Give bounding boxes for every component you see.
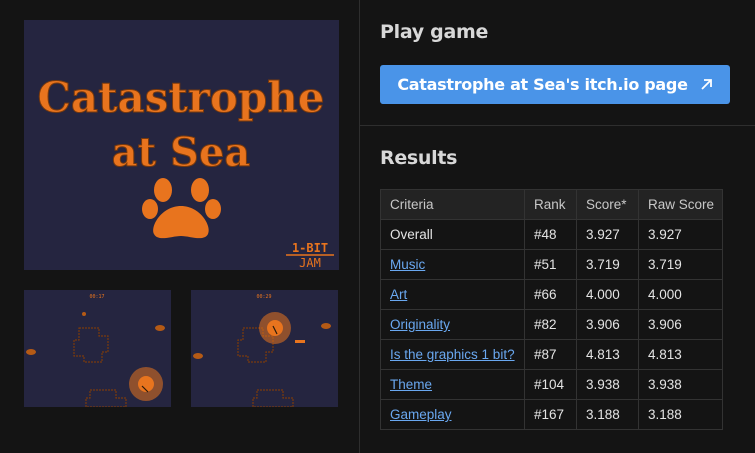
jam-badge-line1: 1-BIT — [292, 241, 328, 255]
criteria-link-1bit[interactable]: Is the graphics 1 bit? — [390, 347, 515, 362]
score-cell: 3.938 — [576, 369, 639, 400]
col-header-score: Score* — [576, 189, 639, 220]
raw-score-cell: 4.813 — [638, 339, 723, 370]
score-cell: 3.906 — [576, 309, 639, 340]
screenshot-2-timer: 00:29 — [256, 294, 271, 300]
rank-cell: #87 — [524, 339, 577, 370]
table-row: Originality #82 3.906 3.906 — [380, 309, 723, 340]
score-cell: 3.927 — [576, 219, 639, 250]
itch-page-button-label: Catastrophe at Sea's itch.io page — [397, 75, 688, 94]
jam-badge-line2: JAM — [299, 256, 321, 270]
results-header-row: Criteria Rank Score* Raw Score — [380, 189, 723, 220]
criteria-link-music[interactable]: Music — [390, 257, 425, 272]
cover-title-line1: Catastrophe — [37, 73, 324, 122]
col-header-rank: Rank — [524, 189, 577, 220]
criteria-link-originality[interactable]: Originality — [390, 317, 450, 332]
screenshot-1[interactable]: 00:17 — [24, 290, 171, 407]
criteria-overall: Overall — [380, 219, 525, 250]
criteria-link-theme[interactable]: Theme — [390, 377, 432, 392]
raw-score-cell: 3.927 — [638, 219, 723, 250]
cover-title-line2: at Sea — [112, 129, 251, 176]
table-row: Theme #104 3.938 3.938 — [380, 369, 723, 400]
results-table: Criteria Rank Score* Raw Score Overall #… — [380, 189, 723, 430]
rank-cell: #48 — [524, 219, 577, 250]
raw-score-cell: 3.906 — [638, 309, 723, 340]
score-cell: 3.188 — [576, 399, 639, 430]
rank-cell: #66 — [524, 279, 577, 310]
table-row: Gameplay #167 3.188 3.188 — [380, 399, 723, 430]
raw-score-cell: 3.719 — [638, 249, 723, 280]
media-column: Catastrophe at Sea 1-BIT JAM 00:17 00:29 — [0, 0, 359, 453]
results-heading: Results — [380, 147, 458, 169]
rank-cell: #167 — [524, 399, 577, 430]
table-row: Is the graphics 1 bit? #87 4.813 4.813 — [380, 339, 723, 370]
table-row: Overall #48 3.927 3.927 — [380, 219, 723, 250]
screenshot-2[interactable]: 00:29 — [191, 290, 338, 407]
score-cell: 4.000 — [576, 279, 639, 310]
itch-page-button[interactable]: Catastrophe at Sea's itch.io page — [380, 65, 730, 104]
section-divider — [360, 125, 755, 126]
criteria-link-art[interactable]: Art — [390, 287, 407, 302]
score-cell: 4.813 — [576, 339, 639, 370]
col-header-raw-score: Raw Score — [638, 189, 723, 220]
score-cell: 3.719 — [576, 249, 639, 280]
game-cover-image[interactable]: Catastrophe at Sea 1-BIT JAM — [24, 20, 339, 270]
rank-cell: #104 — [524, 369, 577, 400]
raw-score-cell: 3.938 — [638, 369, 723, 400]
screenshot-1-timer: 00:17 — [89, 294, 104, 300]
col-header-criteria: Criteria — [380, 189, 525, 220]
raw-score-cell: 3.188 — [638, 399, 723, 430]
rank-cell: #82 — [524, 309, 577, 340]
criteria-link-gameplay[interactable]: Gameplay — [390, 407, 452, 422]
play-game-heading: Play game — [380, 21, 489, 43]
external-link-icon — [700, 78, 713, 91]
rank-cell: #51 — [524, 249, 577, 280]
table-row: Art #66 4.000 4.000 — [380, 279, 723, 310]
raw-score-cell: 4.000 — [638, 279, 723, 310]
info-column: Play game Catastrophe at Sea's itch.io p… — [360, 0, 755, 453]
table-row: Music #51 3.719 3.719 — [380, 249, 723, 280]
